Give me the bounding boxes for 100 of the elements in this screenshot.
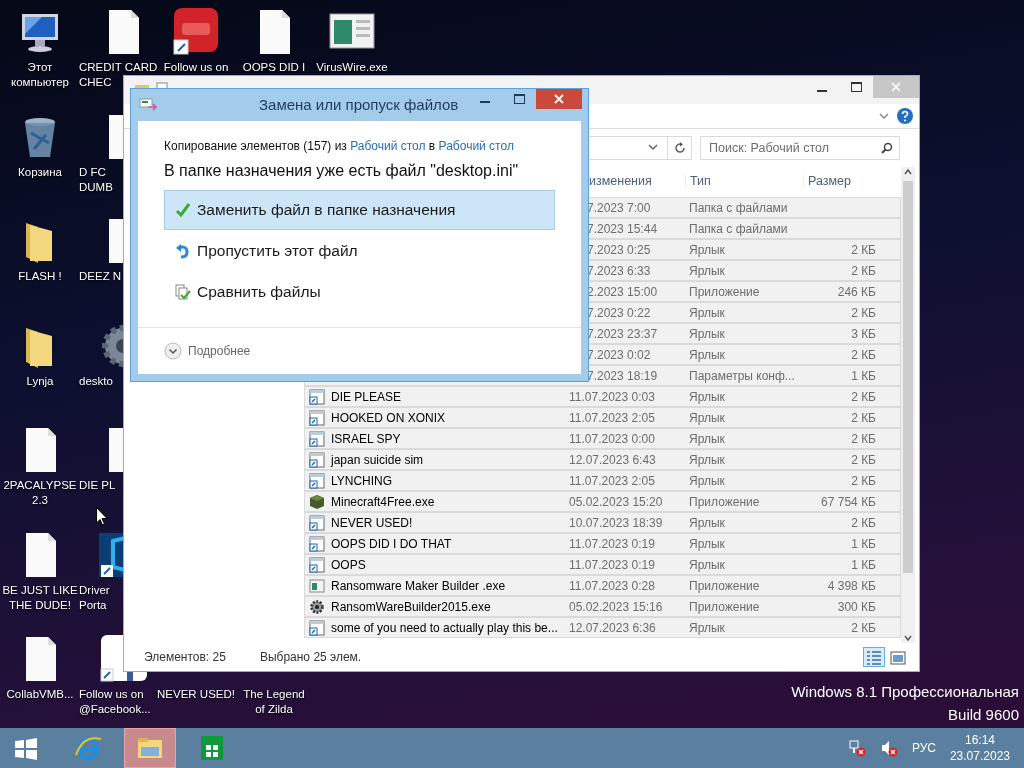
clock-date[interactable]: 23.07.2023 (949, 748, 1010, 764)
file-name: japan suicide sim (329, 452, 424, 467)
shortcut-icon (309, 619, 325, 636)
file-row[interactable]: DIE PLEASE 11.07.2023 0:03 Ярлык 2 КБ (304, 386, 901, 407)
chevron-down-icon[interactable] (879, 112, 889, 120)
date-cell-text: 7.2023 15:44 (586, 221, 659, 236)
type-cell-text: Ярлык (688, 452, 726, 467)
file-row[interactable]: LYNCHING 11.07.2023 2:05 Ярлык 2 КБ (304, 470, 901, 491)
desktop-icon-label[interactable]: FLASH ! (18, 269, 62, 284)
file-name: RansomWareBuilder2015.exe (330, 599, 491, 614)
shortcut-icon (309, 514, 325, 531)
undo-arrow-icon (175, 243, 191, 259)
desktop-icon-label[interactable]: deskto (79, 373, 113, 389)
file-row[interactable]: HOOKED ON XONIX 11.07.2023 2:05 Ярлык 2 КБ (304, 407, 901, 428)
date-cell-text: 11.07.2023 0:00 (568, 431, 656, 446)
column-header[interactable]: Тип (685, 174, 803, 188)
file-name: OOPS (330, 557, 366, 572)
type-cell-text: Приложение (688, 284, 761, 299)
desktop-icon-label[interactable]: CREDIT CARD CHEC (79, 60, 158, 90)
file-row[interactable]: OOPS 11.07.2023 0:19 Ярлык 1 КБ (304, 554, 901, 575)
clock-time[interactable]: 16:14 (964, 732, 995, 748)
column-header[interactable]: Размер (803, 174, 893, 188)
search-icon (881, 142, 893, 154)
size-cell-text: 2 КБ (850, 242, 877, 257)
date-cell-text: 05.02.2023 15:16 (568, 599, 664, 614)
picture-view-icon (888, 648, 908, 668)
date-cell-text: 05.02.2023 15:20 (568, 494, 664, 509)
shortcut-icon (309, 472, 325, 489)
more-details-toggle[interactable]: Подробнее (164, 342, 251, 360)
file-name: Minecraft4Free.exe (330, 494, 435, 509)
file-row[interactable]: Minecraft4Free.exe 05.02.2023 15:20 Приложение 67 754 КБ (304, 491, 901, 512)
date-cell-text: 7.2023 0:25 (586, 242, 652, 257)
desktop-icon-label[interactable]: DEEZ N (79, 269, 122, 284)
date-cell-text: 7.2023 0:22 (586, 305, 652, 320)
search-field[interactable]: Поиск: Рабочий стол (700, 136, 900, 160)
desktop-icon-label[interactable]: OOPS DID I (242, 60, 306, 75)
date-cell-text: 11.07.2023 0:19 (568, 557, 656, 572)
minimize-icon (817, 89, 827, 92)
date-cell-text: 7.2023 7:00 (586, 200, 652, 215)
shortcut-icon (309, 388, 325, 405)
desktop-icon-label[interactable]: Этот компьютер (11, 60, 69, 90)
help-icon[interactable] (897, 108, 913, 124)
date-cell-text: 11.07.2023 0:28 (568, 578, 656, 593)
desktop-icon-label[interactable]: Lynja (26, 373, 54, 389)
chevron-up-icon[interactable] (904, 167, 912, 177)
close-button[interactable] (536, 89, 582, 109)
file-row[interactable]: RansomWareBuilder2015.exe 05.02.2023 15:16 Приложение 300 КБ (304, 596, 901, 617)
app-window-icon (309, 577, 325, 594)
details-view-button[interactable] (863, 647, 885, 667)
chevron-down-icon[interactable] (904, 633, 912, 643)
date-cell-text: 11.07.2023 0:03 (568, 389, 656, 404)
file-row[interactable]: japan suicide sim 12.07.2023 6:43 Ярлык 2 КБ (304, 449, 901, 470)
size-cell-text: 2 КБ (850, 620, 877, 635)
file-name: ISRAEL SPY (330, 431, 401, 446)
copy-progress-text: Копирование элементов (157) из Рабочий стол в Рабочий стол (164, 139, 515, 153)
desktop-icon-label[interactable]: D FC DUMB (79, 164, 113, 195)
list-view-icon (864, 648, 884, 668)
shortcut-icon (309, 451, 325, 468)
file-row[interactable]: some of you need to actually play this be... 12.07.2023 6:36 Ярлык 2 КБ (304, 617, 901, 638)
desktop-icon-label[interactable]: DIE PL (79, 478, 116, 493)
file-row[interactable]: Ransomware Maker Builder .exe 11.07.2023 0:28 Приложение 4 398 КБ (304, 575, 901, 596)
desktop-icon-label[interactable]: The Legend of Zilda (243, 687, 305, 717)
file-name: some of you need to actually play this be... (330, 620, 558, 635)
file-row[interactable]: OOPS DID I DO THAT 11.07.2023 0:19 Ярлык 1 КБ (304, 533, 901, 554)
desktop-icon-label[interactable]: Корзина (18, 164, 62, 180)
file-row[interactable]: NEVER USED! 10.07.2023 18:39 Ярлык 2 КБ (304, 512, 901, 533)
chevron-down-icon[interactable] (645, 143, 661, 153)
os-build-text: Build 9600 (948, 706, 1019, 723)
desktop-icon-label[interactable]: VirusWire.exe (316, 60, 388, 75)
size-cell-text: 1 КБ (850, 557, 877, 572)
date-cell-text: 7.2023 23:37 (586, 326, 659, 341)
desktop-icon-label[interactable]: NEVER USED! (157, 687, 235, 702)
input-language[interactable]: РУС (911, 741, 936, 755)
desktop-icon-label[interactable]: 2PACALYPSE 2.3 (3, 478, 77, 508)
desktop-icon-label[interactable]: Driver Porta (79, 582, 110, 613)
desktop-icon-label[interactable]: CollabVMB... (6, 687, 74, 702)
desktop-icon-label[interactable]: Follow us on @Facebook... (79, 687, 151, 717)
type-cell-text: Ярлык (688, 431, 726, 446)
checkmark-icon (175, 202, 191, 218)
desktop-icon-label[interactable]: Follow us on (163, 60, 229, 75)
desktop-icon-label[interactable]: BE JUST LIKE THE DUDE! (2, 582, 78, 613)
date-cell-text: 11.07.2023 2:05 (568, 410, 656, 425)
size-cell-text: 1 КБ (850, 368, 877, 383)
size-cell-text: 2 КБ (850, 452, 877, 467)
folder-link[interactable]: Рабочий стол (438, 139, 514, 153)
type-cell-text: Ярлык (688, 242, 726, 257)
choice-option[interactable]: Заменить файл в папке назначения (164, 190, 555, 230)
type-cell-text: Ярлык (688, 473, 726, 488)
network-disconnected-icon[interactable] (847, 739, 866, 757)
file-row[interactable]: ISRAEL SPY 11.07.2023 0:00 Ярлык 2 КБ (304, 428, 901, 449)
file-name: DIE PLEASE (330, 389, 402, 404)
file-name: OOPS DID I DO THAT (330, 536, 452, 551)
scrollbar[interactable] (901, 167, 915, 643)
folder-link[interactable]: Рабочий стол (350, 139, 426, 153)
type-cell-text: Ярлык (688, 347, 726, 362)
size-cell-text: 2 КБ (850, 473, 877, 488)
shortcut-icon (309, 556, 325, 573)
speaker-muted-icon[interactable] (879, 739, 898, 757)
shortcut-icon (309, 430, 325, 447)
date-cell-text: 12.07.2023 6:43 (568, 452, 657, 467)
